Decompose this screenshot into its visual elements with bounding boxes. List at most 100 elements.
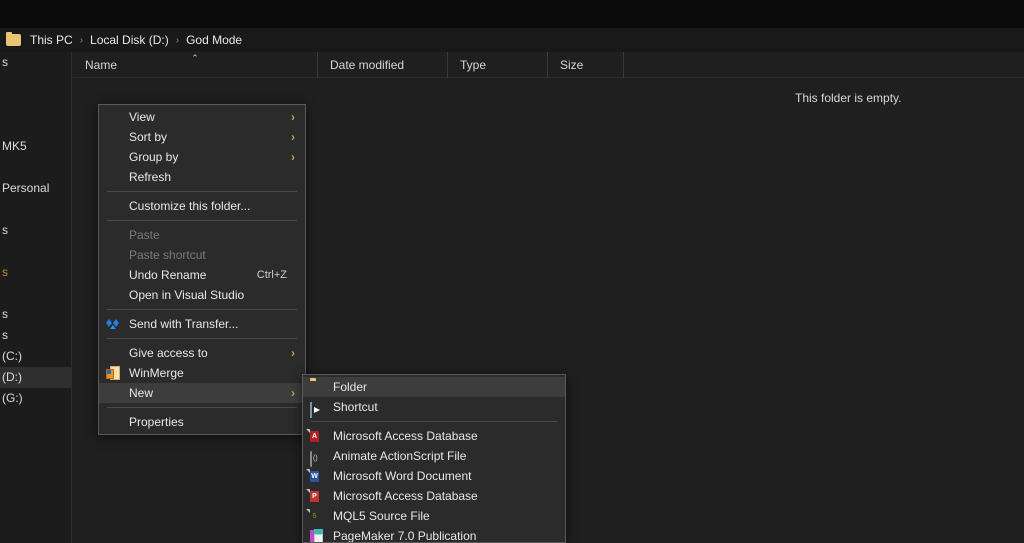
window-top-strip [0,0,1024,28]
nav-item-drive-c[interactable]: (C:) [0,346,71,367]
context-menu[interactable]: View › Sort by › Group by › Refresh Cust… [98,104,306,435]
column-header-date-modified-label: Date modified [330,57,405,72]
menu-item-send-with-transfer[interactable]: Send with Transfer... [99,314,305,334]
navigation-pane[interactable]: s MK5 Personal s s s s (C:) (D:) (G:) [0,52,72,543]
chevron-right-icon: › [291,150,295,164]
nav-item[interactable] [0,94,71,115]
breadcrumb-item-god-mode[interactable]: God Mode [181,31,247,49]
submenu-item-microsoft-access-database[interactable]: A Microsoft Access Database [303,426,565,446]
nav-item-drive-d[interactable]: (D:) [0,367,71,388]
menu-item-view-label: View [129,110,155,124]
nav-item[interactable] [0,73,71,94]
submenu-item-mql5-source-file[interactable]: 5 MQL5 Source File [303,506,565,526]
submenu-item-pagemaker-publication[interactable]: PageMaker 7.0 Publication [303,526,565,543]
breadcrumb-separator-icon: › [79,34,84,46]
nav-item[interactable]: s [0,220,71,241]
menu-item-winmerge[interactable]: WinMerge [99,363,305,383]
submenu-item-shortcut[interactable]: Shortcut [303,397,565,418]
file-explorer-window: This PC › Local Disk (D:) › God Mode s M… [0,0,1024,543]
nav-item[interactable] [0,241,71,262]
column-header-date-modified[interactable]: Date modified [318,51,448,78]
menu-item-properties-label: Properties [129,415,184,429]
column-header-name[interactable]: Name ⌃ [73,51,318,78]
menu-item-refresh-label: Refresh [129,170,172,184]
menu-separator [311,421,557,422]
menu-item-new[interactable]: New › [99,383,305,403]
menu-item-refresh[interactable]: Refresh [99,167,305,187]
nav-item[interactable]: s [0,262,71,283]
access-database-icon-2: P [306,489,325,504]
submenu-item-animate-actionscript-file[interactable]: Animate ActionScript File [303,446,565,467]
menu-item-open-in-visual-studio[interactable]: Open in Visual Studio [99,285,305,305]
menu-item-undo-rename-shortcut: Ctrl+Z [256,269,287,281]
animate-actionscript-icon [310,449,325,467]
breadcrumb-item-this-pc[interactable]: This PC [25,31,78,49]
menu-item-send-with-transfer-label: Send with Transfer... [129,317,239,331]
menu-item-customize-this-folder[interactable]: Customize this folder... [99,196,305,216]
menu-separator [107,191,297,192]
menu-item-paste-shortcut: Paste shortcut [99,245,305,265]
word-document-icon: W [306,469,325,484]
access-database-icon: A [306,429,325,444]
chevron-right-icon: › [291,130,295,144]
dropbox-transfer-icon [106,317,121,332]
menu-item-undo-rename-label: Undo Rename [129,268,207,282]
submenu-item-folder[interactable]: Folder [303,377,565,397]
column-header-size[interactable]: Size [548,51,624,78]
menu-item-give-access-to-label: Give access to [129,346,208,360]
submenu-item-microsoft-word-document[interactable]: W Microsoft Word Document [303,466,565,486]
menu-item-new-label: New [129,386,154,400]
menu-item-sort-by-label: Sort by [129,130,168,144]
submenu-item-microsoft-access-database-2[interactable]: P Microsoft Access Database [303,486,565,506]
menu-item-properties[interactable]: Properties [99,412,305,432]
nav-item[interactable]: s [0,52,71,73]
nav-item[interactable]: Personal [0,178,71,199]
column-header-row: Name ⌃ Date modified Type Size [73,51,1024,78]
address-bar[interactable]: This PC › Local Disk (D:) › God Mode [0,28,1024,52]
submenu-item-microsoft-access-database-label: Microsoft Access Database [333,429,478,443]
menu-separator [107,338,297,339]
breadcrumb-item-local-disk-d[interactable]: Local Disk (D:) [85,31,174,49]
mql5-source-icon: 5 [306,509,325,524]
nav-item-drive-g[interactable]: (G:) [0,388,71,409]
menu-item-group-by[interactable]: Group by › [99,147,305,167]
menu-item-undo-rename[interactable]: Undo Rename Ctrl+Z [99,265,305,285]
empty-folder-message: This folder is empty. [795,91,902,105]
submenu-item-folder-label: Folder [333,380,368,394]
shortcut-icon [310,400,325,418]
menu-item-customize-this-folder-label: Customize this folder... [129,199,251,213]
menu-item-sort-by[interactable]: Sort by › [99,127,305,147]
column-header-name-label: Name [85,57,118,72]
column-header-size-label: Size [560,57,584,72]
submenu-item-pagemaker-publication-label: PageMaker 7.0 Publication [333,529,477,543]
menu-item-paste: Paste [99,225,305,245]
menu-item-paste-label: Paste [129,228,160,242]
submenu-item-mql5-source-file-label: MQL5 Source File [333,509,430,523]
nav-item[interactable] [0,115,71,136]
submenu-item-microsoft-access-database-2-label: Microsoft Access Database [333,489,478,503]
winmerge-icon [106,366,121,381]
menu-separator [107,220,297,221]
menu-separator [107,407,297,408]
folder-icon [310,380,325,395]
menu-item-group-by-label: Group by [129,150,179,164]
column-header-type-label: Type [460,57,487,72]
nav-item[interactable]: MK5 [0,136,71,157]
nav-item[interactable] [0,199,71,220]
folder-icon [6,32,21,46]
column-header-type[interactable]: Type [448,51,548,78]
chevron-right-icon: › [291,346,295,360]
menu-item-give-access-to[interactable]: Give access to › [99,343,305,363]
menu-item-winmerge-label: WinMerge [129,366,184,380]
menu-item-paste-shortcut-label: Paste shortcut [129,248,206,262]
menu-item-view[interactable]: View › [99,107,305,127]
nav-item[interactable]: s [0,304,71,325]
new-submenu[interactable]: Folder Shortcut A Microsoft Access Datab… [302,374,566,543]
breadcrumb-separator-icon: › [175,34,180,46]
menu-separator [107,309,297,310]
nav-item[interactable]: s [0,325,71,346]
nav-item[interactable] [0,283,71,304]
submenu-item-microsoft-word-document-label: Microsoft Word Document [333,469,472,483]
nav-item[interactable] [0,157,71,178]
submenu-item-shortcut-label: Shortcut [333,400,378,414]
